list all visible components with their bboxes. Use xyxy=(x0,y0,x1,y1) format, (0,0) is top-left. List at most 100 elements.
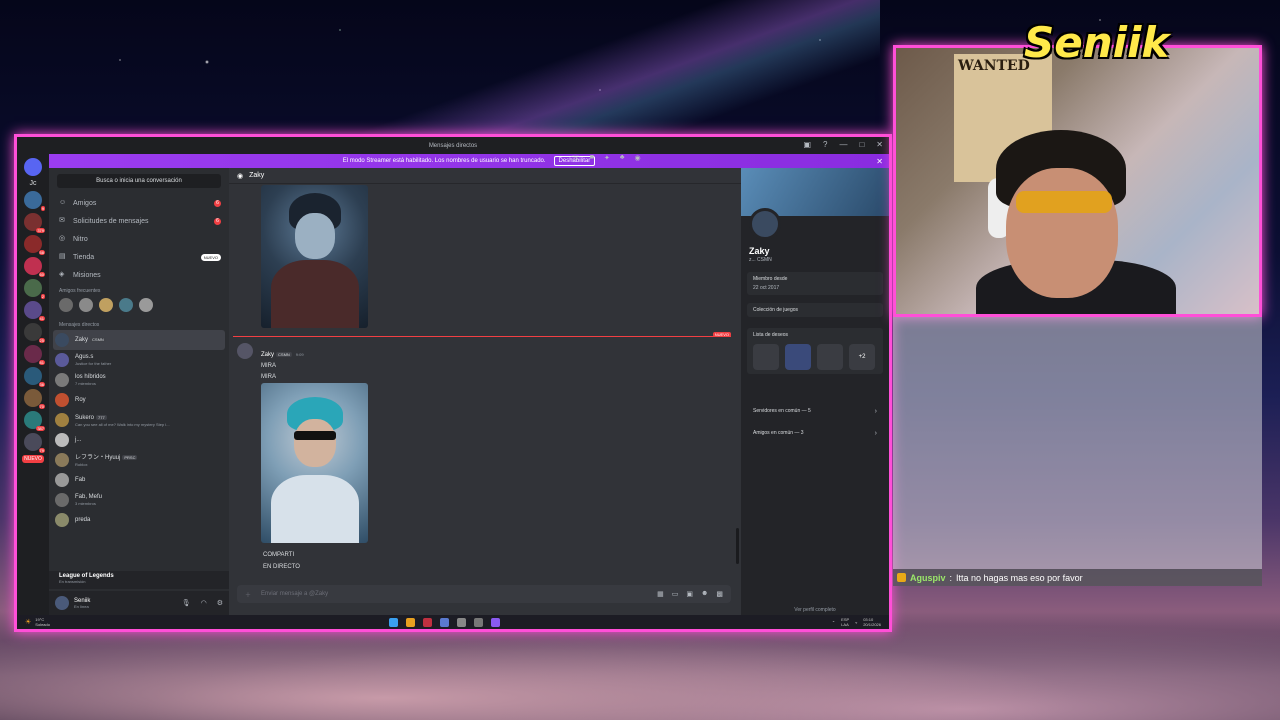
app-icon[interactable] xyxy=(423,617,432,627)
profile-toggle-icon[interactable]: ◉ xyxy=(634,154,640,162)
chat-area: ◉ Zaky NUEVO Zaky CSMN 9:09 MIRA MIRA COMP… xyxy=(229,168,741,615)
nav-quests[interactable]: ◈ Misiones xyxy=(49,266,229,284)
close-banner-icon[interactable]: ✕ xyxy=(876,157,883,166)
help-icon[interactable]: ? xyxy=(823,140,827,149)
gift-icon[interactable]: ▦ xyxy=(657,590,664,598)
minimize-icon[interactable]: — xyxy=(839,140,847,149)
gif-icon[interactable]: ▭ xyxy=(672,590,679,598)
windows-taskbar: ☀ 19°C Soleado ⌃ ESP LAA ▿ 03:10 20/1/2026 xyxy=(17,615,889,629)
server-icon[interactable]: 58 xyxy=(24,235,45,255)
dm-item[interactable]: j... xyxy=(49,430,229,450)
profile-name: Zaky xyxy=(749,246,770,256)
nav-friends[interactable]: ☺ Amigos 6 xyxy=(49,194,229,212)
gear-icon[interactable]: ⚙ xyxy=(217,599,223,607)
quest-icon: ◈ xyxy=(59,271,65,278)
call-icon[interactable]: ☏ xyxy=(571,154,580,162)
inbox-icon[interactable]: ▣ xyxy=(803,140,811,149)
server-icon[interactable]: 79 xyxy=(24,433,45,453)
dm-item[interactable]: preda xyxy=(49,510,229,530)
discord-taskbar-icon[interactable] xyxy=(491,617,500,627)
pin-icon[interactable]: ✦ xyxy=(604,154,610,162)
microphone-icon[interactable]: 🎙 xyxy=(182,599,191,607)
server-initials[interactable]: Jc xyxy=(30,180,37,187)
app-icon[interactable] xyxy=(457,617,466,627)
app-icon[interactable] xyxy=(440,617,449,627)
start-icon[interactable] xyxy=(389,617,398,627)
server-icon[interactable]: 70 xyxy=(24,389,45,409)
dm-item[interactable]: Agus.s Justice for the father xyxy=(49,350,229,370)
close-window-icon[interactable]: ✕ xyxy=(876,140,883,149)
emoji-icon[interactable]: ☻ xyxy=(701,590,708,598)
attached-image[interactable] xyxy=(261,185,368,328)
friend-avatar[interactable] xyxy=(79,298,93,312)
server-icon[interactable]: 81 xyxy=(24,345,45,365)
app-icon[interactable] xyxy=(474,617,483,627)
mutual-servers-row[interactable]: Servidores en común — 5 › xyxy=(747,404,883,418)
wishlist-more[interactable]: +2 xyxy=(849,344,875,370)
friend-avatar[interactable] xyxy=(99,298,113,312)
dm-section-label: Mensajes directos xyxy=(59,322,100,328)
message-input[interactable]: ＋ Enviar mensaje a @Zaky ▦ ▭ ▣ ☻ ▩ xyxy=(237,585,731,603)
nav-message-requests[interactable]: ✉ Solicitudes de mensajes 6 xyxy=(49,212,229,230)
view-full-profile-link[interactable]: Ver perfil completo xyxy=(741,607,889,613)
dm-item-zaky[interactable]: Zaky CSMN xyxy=(53,330,225,350)
friend-avatar[interactable] xyxy=(139,298,153,312)
maximize-icon[interactable]: □ xyxy=(859,140,864,149)
friend-avatar[interactable] xyxy=(59,298,73,312)
server-icon[interactable]: 387 xyxy=(24,411,45,431)
taskbar-apps xyxy=(389,617,500,627)
discord-home-icon[interactable] xyxy=(24,158,42,176)
headphones-icon[interactable]: ◠ xyxy=(201,599,207,607)
add-attachment-icon[interactable]: ＋ xyxy=(245,590,251,599)
dm-item[interactable]: Fab, Mefu 3 miembros xyxy=(49,490,229,510)
server-icon[interactable]: 60 xyxy=(24,257,45,277)
sticker-icon[interactable]: ▣ xyxy=(686,590,693,598)
nav-shop[interactable]: ▤ Tienda NUEVO xyxy=(49,248,229,266)
avatar[interactable] xyxy=(237,343,253,359)
wishlist-item[interactable] xyxy=(817,344,843,370)
dm-item[interactable]: レフラン・Hyuuj PRSC Roblox xyxy=(49,450,229,470)
clock[interactable]: 03:10 20/1/2026 xyxy=(863,617,881,627)
chrome-icon[interactable] xyxy=(406,617,415,627)
server-icon[interactable]: 36 xyxy=(24,367,45,387)
new-badge: NUEVO xyxy=(22,455,44,463)
window-titlebar: Mensajes directos ▣ ? — □ ✕ xyxy=(17,137,889,154)
envelope-icon: ✉ xyxy=(59,217,65,224)
dm-item[interactable]: Roy xyxy=(49,390,229,410)
avatar[interactable] xyxy=(55,596,69,610)
attached-image[interactable] xyxy=(261,383,368,543)
wifi-icon[interactable]: ▿ xyxy=(855,620,857,625)
server-icon[interactable]: 379 xyxy=(24,213,45,233)
server-icon[interactable]: 41 xyxy=(24,301,45,321)
language-indicator[interactable]: ESP LAA xyxy=(841,617,849,627)
dm-item[interactable]: los híbridos 7 miembros xyxy=(49,370,229,390)
server-icon[interactable]: 2 xyxy=(24,279,45,299)
friend-avatar[interactable] xyxy=(119,298,133,312)
chevron-right-icon: › xyxy=(874,407,877,415)
nav-nitro[interactable]: ◎ Nitro xyxy=(49,230,229,248)
apps-icon[interactable]: ▩ xyxy=(716,590,723,598)
server-icon[interactable]: 25 xyxy=(24,323,45,343)
dm-search-input[interactable]: Busca o inicia una conversación xyxy=(57,174,221,188)
message-author[interactable]: Zaky xyxy=(261,352,274,358)
dm-item[interactable]: Fab xyxy=(49,470,229,490)
wishlist-item[interactable] xyxy=(753,344,779,370)
mutual-friends-row[interactable]: Amigos en común — 3 › xyxy=(747,426,883,440)
video-icon[interactable]: ■ xyxy=(590,154,594,162)
server-icon[interactable]: 9 xyxy=(24,191,45,211)
chat-header: ◉ Zaky xyxy=(229,168,741,184)
streamer-name: Seniik xyxy=(1024,18,1170,67)
chat-scrollbar[interactable] xyxy=(736,528,739,564)
games-card[interactable]: Colección de juegos xyxy=(747,303,883,317)
meteor-streak xyxy=(360,0,880,140)
profile-avatar[interactable] xyxy=(749,208,781,240)
new-badge: NUEVO xyxy=(200,253,221,261)
wishlist-item[interactable] xyxy=(785,344,811,370)
activity-panel[interactable]: League of Legends En transmisión xyxy=(49,571,229,589)
friends-icon: ☺ xyxy=(59,199,67,206)
chevron-up-icon[interactable]: ⌃ xyxy=(832,620,835,625)
dm-item[interactable]: Sukero 777 Can you see all of me? Walk int… xyxy=(49,410,229,430)
add-friend-icon[interactable]: ♣ xyxy=(620,154,625,162)
weather-widget[interactable]: ☀ 19°C Soleado xyxy=(25,617,50,627)
avatar xyxy=(55,493,69,507)
